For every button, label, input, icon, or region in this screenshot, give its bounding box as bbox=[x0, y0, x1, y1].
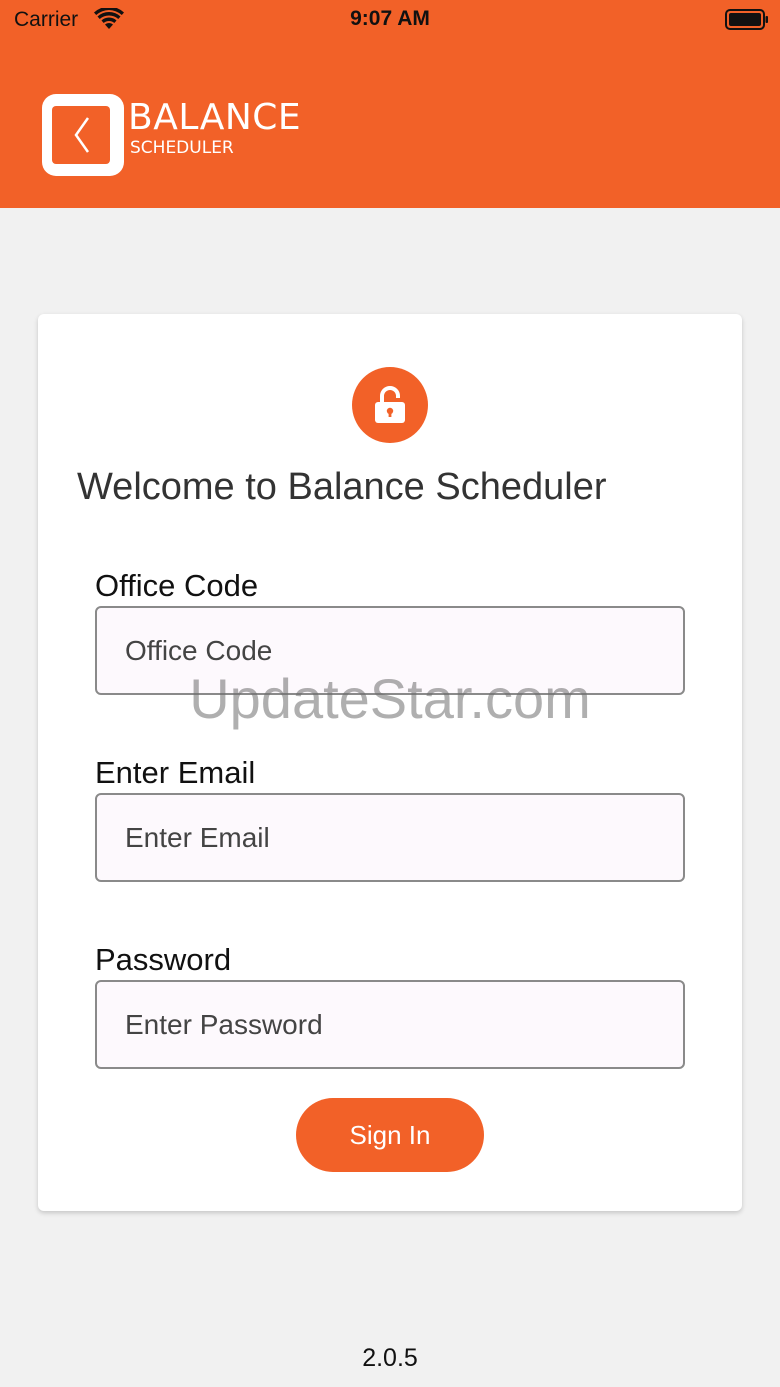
email-label: Enter Email bbox=[95, 755, 256, 790]
lock-icon bbox=[375, 386, 405, 423]
email-input[interactable] bbox=[95, 793, 685, 882]
status-bar: Carrier 9:07 AM bbox=[0, 0, 780, 40]
app-logo: BALANCE SCHEDULER bbox=[42, 94, 304, 176]
login-card: Welcome to Balance Scheduler Office Code… bbox=[38, 314, 742, 1211]
logo-subtitle: SCHEDULER bbox=[130, 138, 234, 158]
battery-icon bbox=[725, 9, 769, 30]
back-chevron-icon bbox=[52, 106, 110, 164]
status-time: 9:07 AM bbox=[350, 7, 430, 30]
password-label: Password bbox=[95, 942, 232, 977]
password-input[interactable] bbox=[95, 980, 685, 1069]
office-code-label: Office Code bbox=[95, 568, 259, 603]
app-header: Carrier 9:07 AM BALANCE SCHEDULER bbox=[0, 0, 780, 208]
app-version: 2.0.5 bbox=[362, 1344, 418, 1372]
logo-name: BALANCE bbox=[128, 97, 302, 138]
office-code-input[interactable] bbox=[95, 606, 685, 695]
lock-badge bbox=[352, 367, 428, 443]
logo-mark bbox=[42, 94, 124, 176]
welcome-title: Welcome to Balance Scheduler bbox=[77, 466, 607, 508]
sign-in-button[interactable]: Sign In bbox=[296, 1098, 484, 1172]
